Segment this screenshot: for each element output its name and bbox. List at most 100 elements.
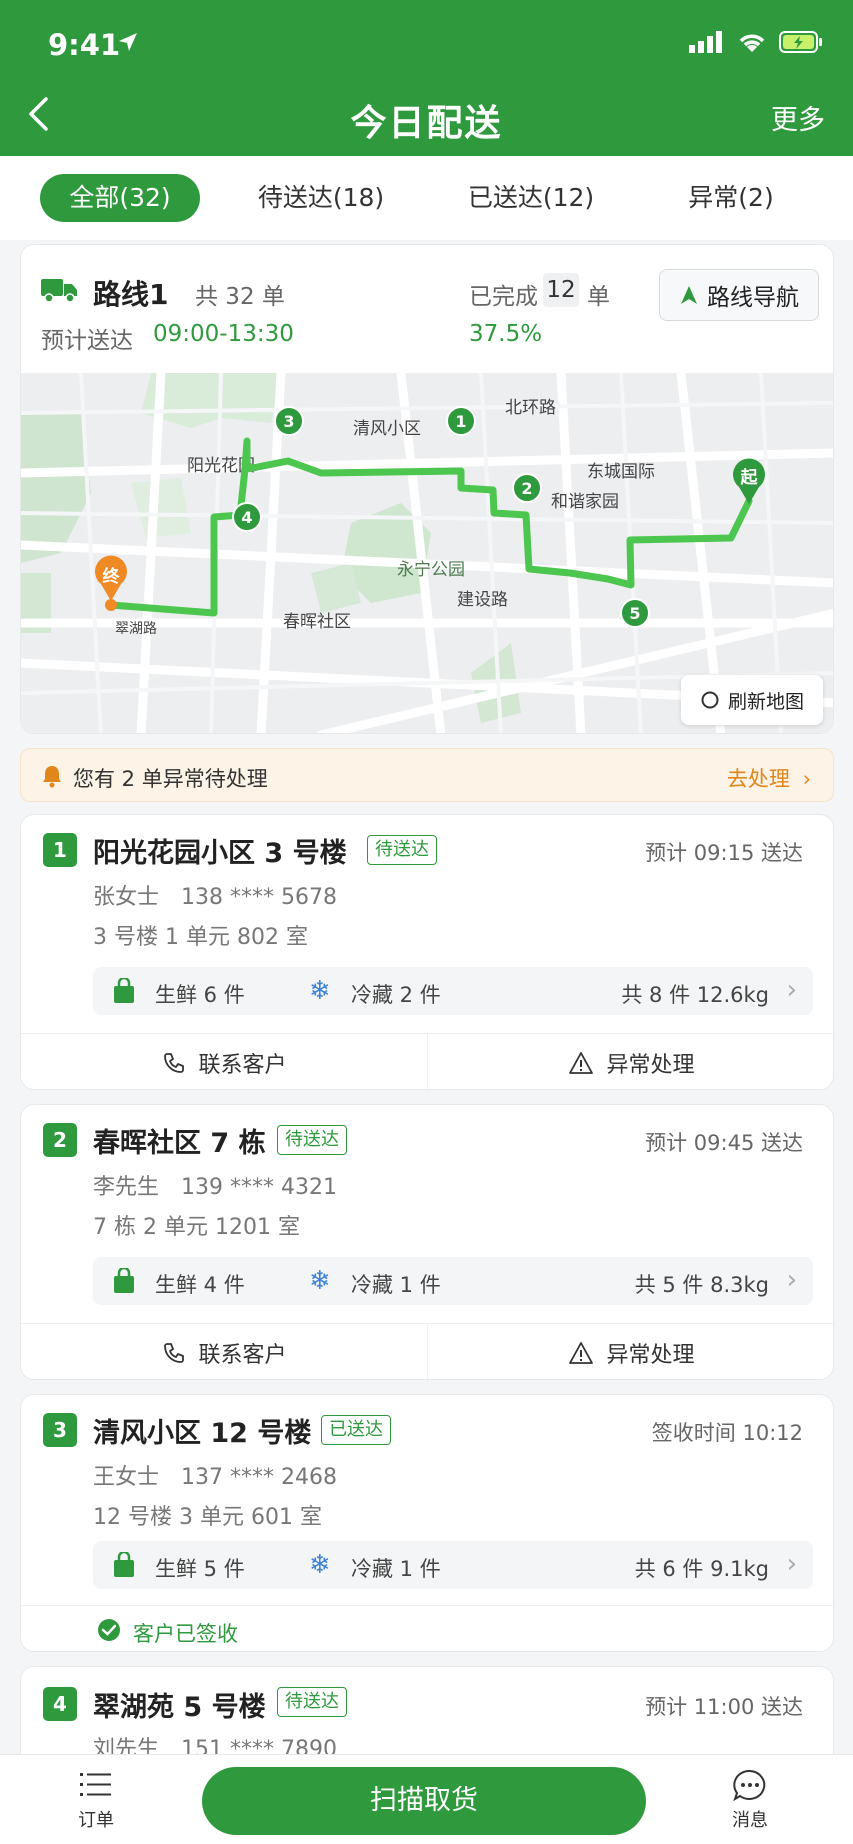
- alert-text: 您有 2 单异常待处理: [73, 767, 268, 791]
- route-card: 路线1 共 32 单 已完成 12 单 路线导航 预计送达 09:00-13:3…: [20, 244, 834, 734]
- marker-start-label: 起: [740, 467, 759, 488]
- order-actions: 联系客户 异常处理: [21, 1033, 835, 1092]
- navigation-arrow-icon: [681, 286, 697, 304]
- map-stop-1-label: 1: [455, 412, 466, 431]
- status-time: 9:41: [48, 28, 121, 62]
- order-name: 翠湖苑 5 号楼: [93, 1692, 266, 1723]
- order-eta: 预计 11:00 送达: [645, 1695, 803, 1719]
- route-total: 共 32 单: [195, 284, 285, 310]
- order-name: 清风小区 12 号楼: [93, 1418, 312, 1449]
- status-badge: 已送达: [321, 1415, 391, 1445]
- exception-alert[interactable]: 您有 2 单异常待处理 去处理 ›: [20, 748, 834, 802]
- route-navigation-label: 路线导航: [707, 285, 799, 311]
- location-arrow-icon: [119, 33, 137, 51]
- chevron-right-icon: ›: [786, 975, 797, 1005]
- battery-icon: [779, 31, 822, 53]
- contact-customer-button[interactable]: 联系客户: [21, 1034, 428, 1092]
- page-title: 今日配送: [350, 103, 503, 144]
- signed-row: 客户已签收: [21, 1605, 835, 1653]
- map-label-dongcheng: 东城国际: [587, 462, 655, 481]
- goods-summary[interactable]: 生鲜 5 件 ❄ 冷藏 1 件 共 6 件 9.1kg ›: [93, 1541, 813, 1589]
- goods-summary[interactable]: 生鲜 4 件 ❄ 冷藏 1 件 共 5 件 8.3kg ›: [93, 1257, 813, 1305]
- contact-customer-button[interactable]: 联系客户: [21, 1324, 428, 1382]
- order-signed-time: 签收时间 10:12: [651, 1421, 803, 1445]
- chevron-right-icon: ›: [786, 1549, 797, 1579]
- tab-pending[interactable]: 待送达(18): [246, 174, 396, 222]
- tab-exception[interactable]: 异常(2): [672, 174, 790, 222]
- map-stop-4[interactable]: 4: [232, 502, 262, 532]
- wifi-icon: [739, 34, 765, 52]
- bottom-bar: 订单 扫描取货 消息: [0, 1754, 853, 1844]
- tab-all[interactable]: 全部(32): [40, 174, 200, 222]
- alert-action[interactable]: 去处理 ›: [727, 763, 811, 793]
- message-icon: [733, 1769, 766, 1802]
- status-badge: 待送达: [277, 1125, 347, 1155]
- goods-total: 共 5 件 8.3kg: [634, 1273, 769, 1297]
- signed-text: 客户已签收: [133, 1622, 238, 1646]
- goods-total: 共 8 件 12.6kg: [621, 983, 769, 1007]
- exception-handle-button[interactable]: 异常处理: [428, 1034, 835, 1092]
- status-badge: 待送达: [367, 835, 437, 865]
- eta-window: 09:00-13:30: [153, 321, 294, 347]
- fresh-count: 生鲜 4 件: [155, 1273, 245, 1297]
- map-label-qingfeng: 清风小区: [353, 419, 421, 438]
- order-number: 1: [43, 833, 77, 867]
- warning-icon: [569, 1342, 594, 1364]
- order-eta: 预计 09:15 送达: [645, 841, 803, 865]
- map-label-beihuan: 北环路: [505, 398, 556, 417]
- map-stop-2[interactable]: 2: [512, 473, 542, 503]
- fresh-count: 生鲜 5 件: [155, 1557, 245, 1581]
- messages-tab[interactable]: 消息: [712, 1769, 788, 1832]
- order-card[interactable]: 2 春晖社区 7 栋 待送达 预计 09:45 送达 李先生 139 **** …: [20, 1104, 835, 1382]
- map-stop-1[interactable]: 1: [446, 406, 476, 436]
- eta-label: 预计送达: [41, 328, 133, 354]
- order-contact: 王女士 137 **** 2468: [93, 1465, 337, 1490]
- exception-handle-button[interactable]: 异常处理: [428, 1324, 835, 1382]
- order-card[interactable]: 3 清风小区 12 号楼 已送达 签收时间 10:12 王女士 137 ****…: [20, 1394, 835, 1653]
- order-number: 3: [43, 1413, 77, 1447]
- order-name: 春晖社区 7 栋: [93, 1128, 266, 1159]
- cold-count: 冷藏 1 件: [351, 1557, 441, 1581]
- snowflake-icon: ❄: [309, 1266, 331, 1296]
- map-label-yongning: 永宁公园: [397, 560, 465, 579]
- order-number: 4: [43, 1687, 77, 1721]
- order-card[interactable]: 1 阳光花园小区 3 号楼 待送达 预计 09:15 送达 张女士 138 **…: [20, 814, 835, 1092]
- map-stop-3[interactable]: 3: [274, 406, 304, 436]
- exception-handle-label: 异常处理: [606, 1343, 695, 1368]
- tab-delivered[interactable]: 已送达(12): [456, 174, 606, 222]
- exception-handle-label: 异常处理: [606, 1053, 695, 1078]
- header-bar: 9:41 今日配送 更多: [0, 0, 853, 156]
- order-actions: 联系客户 异常处理: [21, 1323, 835, 1382]
- route-navigation-button[interactable]: 路线导航: [659, 269, 819, 321]
- map-stop-4-label: 4: [241, 508, 252, 527]
- status-indicators: [689, 30, 823, 54]
- refresh-map-label: 刷新地图: [727, 690, 804, 713]
- orders-tab-label: 订单: [78, 1810, 114, 1831]
- orders-tab[interactable]: 订单: [58, 1769, 134, 1832]
- refresh-map-button[interactable]: 刷新地图: [681, 675, 823, 725]
- status-badge: 待送达: [277, 1687, 347, 1717]
- goods-total: 共 6 件 9.1kg: [634, 1557, 769, 1581]
- contact-customer-label: 联系客户: [198, 1343, 287, 1368]
- progress-percent: 37.5%: [469, 321, 543, 347]
- phone-icon: [164, 1053, 185, 1073]
- map-label-cuihu: 翠湖路: [115, 620, 157, 636]
- map-label-chunhui: 春晖社区: [283, 612, 351, 631]
- order-contact: 张女士 138 **** 5678: [93, 885, 337, 910]
- app-root: 9:41 今日配送 更多 全部(32) 待送达(18) 已送达(12) 异常(2…: [0, 0, 853, 1844]
- snowflake-icon: ❄: [309, 976, 331, 1006]
- map-stop-5-label: 5: [629, 604, 640, 623]
- contact-customer-label: 联系客户: [198, 1053, 287, 1078]
- marker-end-label: 终: [103, 566, 121, 587]
- goods-summary[interactable]: 生鲜 6 件 ❄ 冷藏 2 件 共 8 件 12.6kg ›: [93, 967, 813, 1015]
- scan-pickup-button[interactable]: 扫描取货: [202, 1767, 646, 1835]
- alert-action-label: 去处理: [726, 767, 790, 791]
- map-label-jianshe: 建设路: [457, 590, 508, 609]
- done-suffix: 单: [587, 284, 610, 310]
- bag-icon: [114, 1268, 134, 1293]
- cold-count: 冷藏 2 件: [351, 983, 441, 1007]
- truck-icon: [41, 279, 77, 303]
- order-number: 2: [43, 1123, 77, 1157]
- map-stop-5[interactable]: 5: [620, 598, 650, 628]
- more-button[interactable]: 更多: [771, 98, 825, 137]
